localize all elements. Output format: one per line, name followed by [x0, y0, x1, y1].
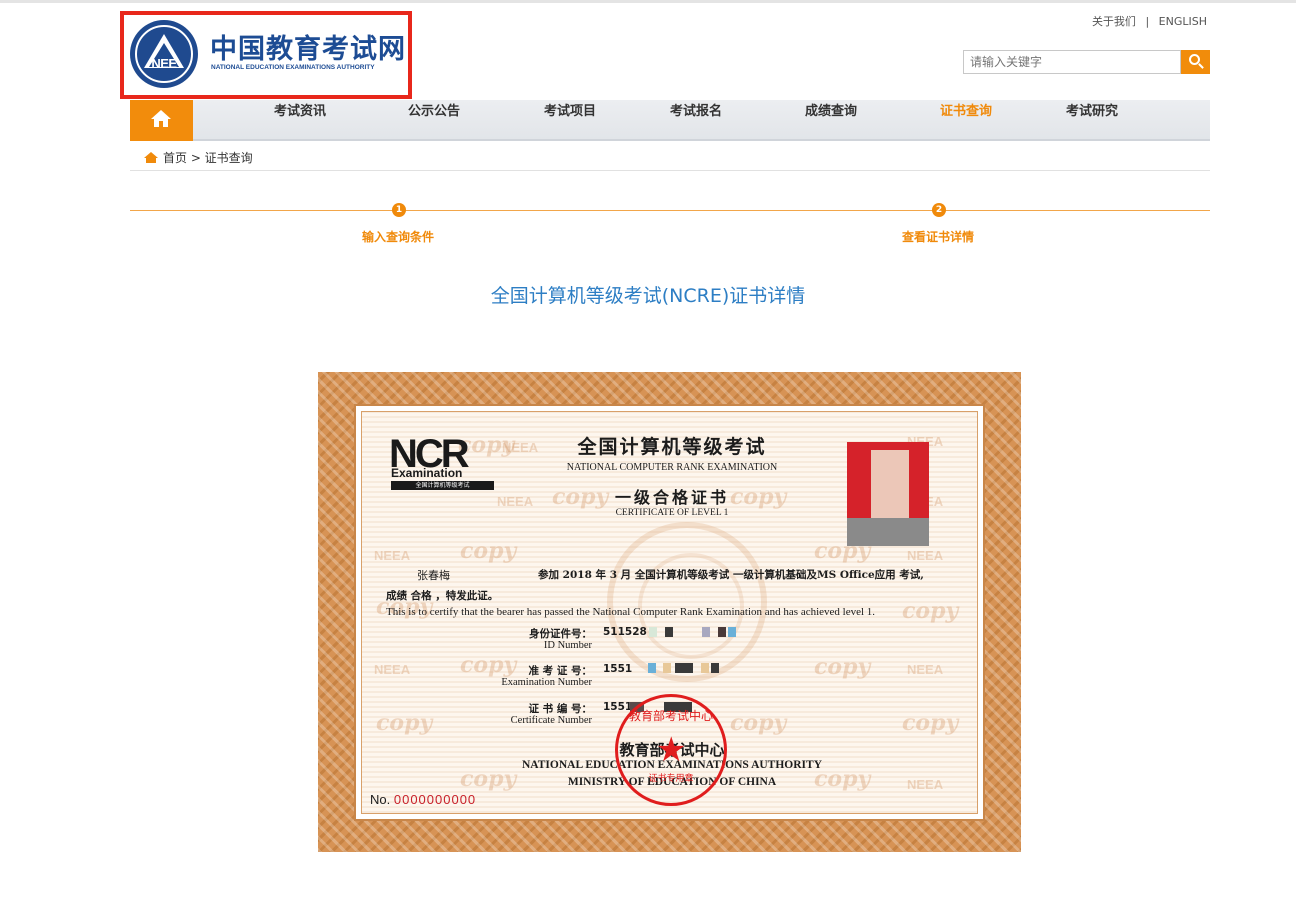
- cert-title-cn: 全国计算机等级考试: [577, 436, 767, 458]
- redaction-block: [701, 663, 709, 673]
- neea-emblem-icon: NEE: [130, 20, 198, 88]
- search-box: [963, 50, 1210, 74]
- cert-title-en: NATIONAL COMPUTER RANK EXAMINATION: [566, 462, 778, 473]
- watermark: NEEA: [907, 662, 944, 677]
- certificate-background-emblem-icon: [607, 522, 767, 682]
- cert-level-en: CERTIFICATE OF LEVEL 1: [615, 508, 729, 518]
- step-1-marker: 1: [392, 203, 406, 217]
- ncre-logo-sub: Examination: [391, 466, 463, 480]
- id-number-value: 511528: [603, 626, 647, 638]
- step-1-label: 输入查询条件: [362, 230, 435, 244]
- id-number-label-cn: 身份证件号：: [529, 628, 592, 640]
- certificate-number-label-en: Certificate Number: [510, 715, 592, 726]
- home-icon: [144, 152, 158, 164]
- redaction-block: [648, 663, 656, 673]
- ncre-logo: NCR Examination 全国计算机等级考试: [389, 432, 501, 494]
- about-us-link[interactable]: 关于我们: [1092, 15, 1136, 28]
- watermark: NEEA: [374, 548, 411, 563]
- official-seal: 教育部考试中心 ★ 证书专用章: [615, 694, 727, 806]
- watermark: NEEA: [374, 662, 411, 677]
- search-input[interactable]: [963, 50, 1181, 74]
- exam-number-value: 1551: [603, 663, 633, 675]
- certificate-frame: copy NEEA copy NEEA copy NEEA NEEA NEEA …: [354, 404, 985, 821]
- watermark: copy: [814, 654, 871, 680]
- watermark: copy: [902, 710, 959, 736]
- top-links: 关于我们 | ENGLISH: [1089, 13, 1210, 29]
- watermark: NEEA: [502, 440, 539, 455]
- redaction-block: [711, 663, 719, 673]
- watermark: copy: [376, 710, 433, 736]
- exam-number-label-en: Examination Number: [501, 677, 592, 688]
- logo-title-en: NATIONAL EDUCATION EXAMINATIONS AUTHORIT…: [211, 64, 375, 71]
- watermark: copy: [730, 710, 787, 736]
- watermark: copy: [902, 598, 959, 624]
- id-number-label-en: ID Number: [543, 640, 592, 651]
- step-line: [130, 210, 1210, 211]
- nav-item-certificate-query[interactable]: 证书查询: [940, 100, 992, 141]
- breadcrumb-text[interactable]: 首页 > 证书查询: [163, 149, 253, 166]
- main-nav: 考试资讯 公示公告 考试项目 考试报名 成绩查询 证书查询 考试研究: [130, 100, 1210, 141]
- holder-photo: [847, 442, 929, 546]
- redaction-block: [718, 627, 726, 637]
- nav-item-announcements[interactable]: 公示公告: [408, 100, 460, 141]
- redaction-block: [649, 627, 657, 637]
- watermark: NEEA: [907, 777, 944, 792]
- watermark: NEEA: [497, 494, 534, 509]
- nav-home-button[interactable]: [130, 100, 193, 141]
- home-icon: [151, 110, 171, 128]
- site-logo[interactable]: NEE 中国教育考试网 NATIONAL EDUCATION EXAMINATI…: [120, 11, 412, 99]
- top-border: [0, 0, 1296, 3]
- seal-subtext: 证书专用章: [648, 774, 694, 784]
- watermark: copy: [460, 538, 517, 564]
- redaction-block: [675, 663, 693, 673]
- certificate-paper: copy NEEA copy NEEA copy NEEA NEEA NEEA …: [361, 411, 978, 814]
- nav-item-exam-research[interactable]: 考试研究: [1066, 100, 1118, 141]
- serial-number: No. 0000000000: [370, 792, 476, 807]
- link-separator: |: [1145, 15, 1150, 28]
- seal-star-icon: ★: [656, 730, 687, 770]
- step-2-marker: 2: [932, 203, 946, 217]
- exam-number-label-cn: 准 考 证 号：: [528, 665, 592, 677]
- certificate-image: copy NEEA copy NEEA copy NEEA NEEA NEEA …: [318, 372, 1021, 852]
- page-title: 全国计算机等级考试(NCRE)证书详情: [490, 285, 806, 307]
- nav-item-registration[interactable]: 考试报名: [670, 100, 722, 141]
- nav-item-score-query[interactable]: 成绩查询: [805, 100, 857, 141]
- holder-name: 张春梅: [417, 569, 450, 582]
- certificate-number-label-cn: 证 书 编 号：: [528, 703, 592, 715]
- seal-arc-text: 教育部考试中心: [628, 709, 713, 723]
- watermark: NEEA: [907, 548, 944, 563]
- redaction-block: [663, 663, 671, 673]
- nav-item-exam-news[interactable]: 考试资讯: [274, 100, 326, 141]
- cert-statement-line2: 成绩 合格 ，特发此证。: [386, 590, 499, 602]
- step-2-label: 查看证书详情: [902, 230, 975, 244]
- cert-statement-en: This is to certify that the bearer has p…: [386, 606, 876, 618]
- cert-level-cn: 一级合格证书: [614, 488, 729, 507]
- watermark: copy: [460, 652, 517, 678]
- redaction-block: [728, 627, 736, 637]
- cert-statement-line1: 参加 2018 年 3 月 全国计算机等级考试 一级计算机基础及MS Offic…: [538, 569, 924, 581]
- redaction-block: [665, 627, 673, 637]
- breadcrumb: 首页 > 证书查询: [130, 145, 1210, 171]
- ncre-logo-bar: 全国计算机等级考试: [391, 481, 494, 490]
- serial-label: No.: [370, 792, 391, 807]
- nav-item-exam-projects[interactable]: 考试项目: [544, 100, 596, 141]
- serial-value: 0000000000: [393, 792, 477, 807]
- logo-title-cn: 中国教育考试网: [210, 34, 406, 65]
- english-link[interactable]: ENGLISH: [1159, 15, 1207, 28]
- search-button[interactable]: [1181, 50, 1210, 74]
- redaction-block: [702, 627, 710, 637]
